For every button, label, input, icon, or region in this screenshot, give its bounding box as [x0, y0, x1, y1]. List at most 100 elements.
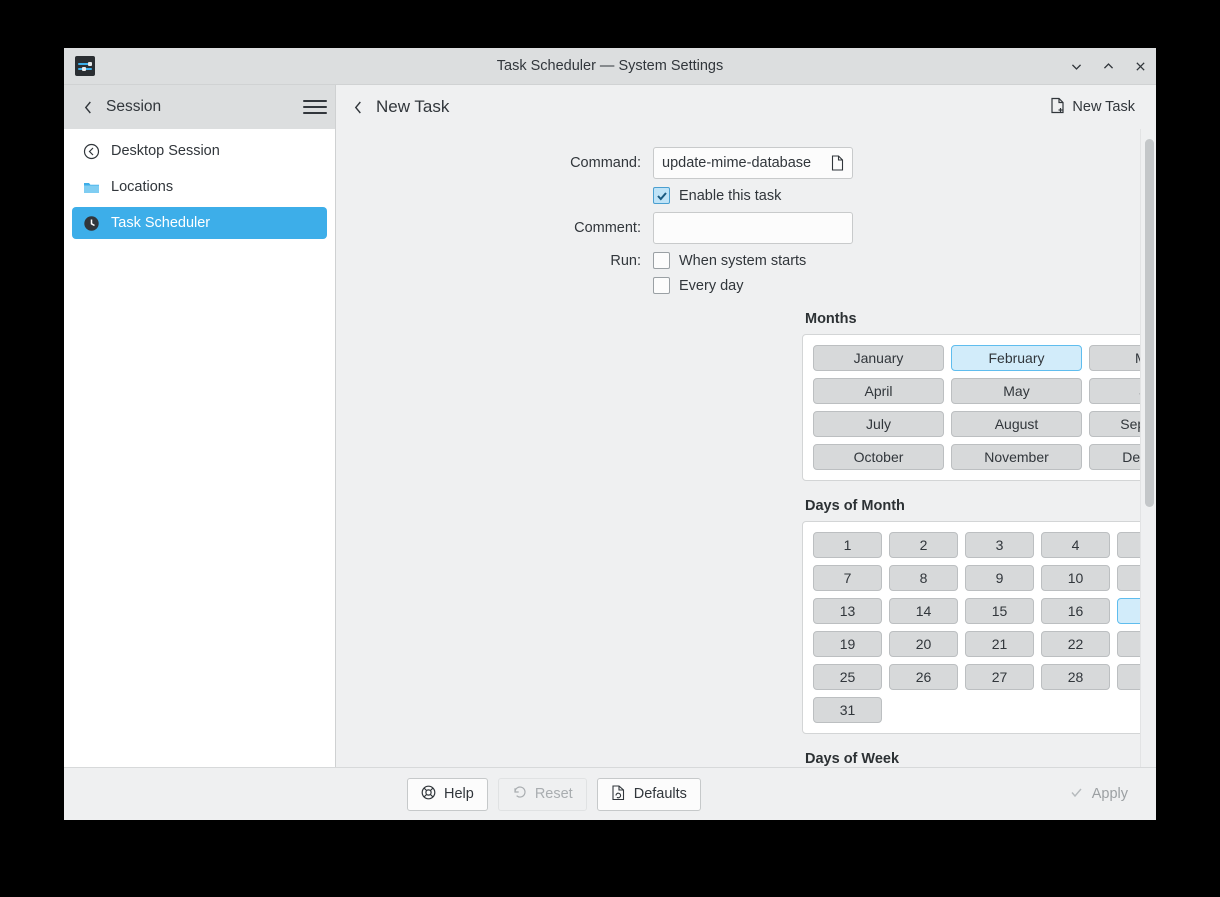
day-of-month-button-22[interactable]: 22 — [1041, 631, 1110, 657]
months-panel: January February March April May June July Augu… — [802, 334, 1140, 481]
day-of-month-button-4[interactable]: 4 — [1041, 532, 1110, 558]
run-row-1: Run: When system starts — [336, 252, 1140, 269]
month-button-september[interactable]: September — [1089, 411, 1140, 437]
day-of-month-button-1[interactable]: 1 — [813, 532, 882, 558]
apply-button[interactable]: Apply — [1055, 778, 1142, 811]
new-task-button[interactable]: New Task — [1043, 92, 1142, 123]
section-title: Days of Week — [805, 750, 900, 767]
day-of-month-button-26[interactable]: 26 — [889, 664, 958, 690]
day-of-month-button-15[interactable]: 15 — [965, 598, 1034, 624]
day-of-month-button-21[interactable]: 21 — [965, 631, 1034, 657]
sidebar-item-label: Locations — [111, 179, 174, 195]
help-icon — [421, 785, 436, 804]
run-label: Run: — [610, 252, 641, 269]
day-of-month-button-17[interactable]: 17 — [1117, 598, 1140, 624]
month-button-april[interactable]: April — [813, 378, 944, 404]
month-button-march[interactable]: March — [1089, 345, 1140, 371]
enable-task-checkbox[interactable]: Enable this task — [653, 187, 781, 204]
day-of-month-button-25[interactable]: 25 — [813, 664, 882, 690]
day-of-month-button-11[interactable]: 11 — [1117, 565, 1140, 591]
day-of-month-button-16[interactable]: 16 — [1041, 598, 1110, 624]
run-row-2: Every day — [336, 277, 1140, 294]
day-of-month-button-3[interactable]: 3 — [965, 532, 1034, 558]
day-of-month-button-14[interactable]: 14 — [889, 598, 958, 624]
window-body: Desktop Session Locations Task Scheduler… — [64, 129, 1156, 767]
scrollbar-thumb[interactable] — [1145, 139, 1154, 507]
day-of-month-button-29[interactable]: 29 — [1117, 664, 1140, 690]
month-button-february[interactable]: February — [951, 345, 1082, 371]
checkbox-box — [653, 187, 670, 204]
defaults-label: Defaults — [633, 786, 687, 802]
run-when-system-starts-checkbox[interactable]: When system starts — [653, 252, 806, 269]
day-of-month-button-8[interactable]: 8 — [889, 565, 958, 591]
vertical-scrollbar[interactable] — [1140, 129, 1156, 767]
section-header: Days of Week Select all — [805, 750, 1140, 767]
comment-row: Comment: — [336, 212, 1140, 244]
sidebar-back-label[interactable]: Session — [106, 98, 161, 116]
month-button-november[interactable]: November — [951, 444, 1082, 470]
day-of-month-button-10[interactable]: 10 — [1041, 565, 1110, 591]
day-of-month-button-31[interactable]: 31 — [813, 697, 882, 723]
command-row: Command: update-mime-database — [336, 147, 1140, 179]
month-button-december[interactable]: December — [1089, 444, 1140, 470]
sidebar-item-label: Task Scheduler — [111, 215, 211, 231]
day-of-month-button-20[interactable]: 20 — [889, 631, 958, 657]
sidebar-item-desktop-session[interactable]: Desktop Session — [72, 135, 327, 167]
task-form: Command: update-mime-database Enable thi… — [336, 129, 1140, 294]
month-button-july[interactable]: July — [813, 411, 944, 437]
day-of-month-button-9[interactable]: 9 — [965, 565, 1034, 591]
section-header: Days of Month Select all — [805, 497, 1140, 514]
day-of-month-button-19[interactable]: 19 — [813, 631, 882, 657]
task-scheduler-window: Task Scheduler — System Settings Session — [64, 48, 1156, 820]
month-button-october[interactable]: October — [813, 444, 944, 470]
enable-task-label: Enable this task — [679, 187, 782, 204]
clock-icon — [82, 214, 100, 232]
scroll-area: Command: update-mime-database Enable thi… — [336, 129, 1140, 767]
apply-label: Apply — [1091, 786, 1128, 802]
section-days-of-month: Days of Month Select all 123456789101112… — [802, 497, 1140, 734]
day-of-month-button-27[interactable]: 27 — [965, 664, 1034, 690]
file-browse-icon[interactable] — [831, 155, 844, 171]
day-of-month-button-7[interactable]: 7 — [813, 565, 882, 591]
bottom-toolbar: Help Reset Defaults Apply — [64, 767, 1156, 820]
sidebar-item-task-scheduler[interactable]: Task Scheduler — [72, 207, 327, 239]
comment-input[interactable] — [653, 212, 853, 244]
help-button[interactable]: Help — [407, 777, 488, 811]
month-button-june[interactable]: June — [1089, 378, 1140, 404]
month-button-august[interactable]: August — [951, 411, 1082, 437]
month-button-january[interactable]: January — [813, 345, 944, 371]
page-title: New Task — [376, 97, 450, 116]
comment-label: Comment: — [574, 220, 641, 236]
day-of-month-button-2[interactable]: 2 — [889, 532, 958, 558]
run-every-day-checkbox[interactable]: Every day — [653, 277, 743, 294]
command-input[interactable]: update-mime-database — [653, 147, 853, 179]
maximize-window-button[interactable] — [1092, 48, 1124, 85]
checkbox-box — [653, 252, 670, 269]
document-plus-icon — [1050, 97, 1065, 118]
section-title: Days of Month — [805, 497, 905, 514]
minimize-window-button[interactable] — [1060, 48, 1092, 85]
command-label: Command: — [570, 155, 641, 171]
close-window-button[interactable] — [1124, 48, 1156, 85]
day-of-month-button-23[interactable]: 23 — [1117, 631, 1140, 657]
help-label: Help — [444, 786, 474, 802]
sidebar: Desktop Session Locations Task Scheduler — [64, 129, 336, 767]
section-header: Months Select all — [805, 310, 1140, 327]
run-option-label: When system starts — [679, 252, 807, 269]
day-of-month-button-28[interactable]: 28 — [1041, 664, 1110, 690]
sidebar-item-locations[interactable]: Locations — [72, 171, 327, 203]
day-of-month-button-13[interactable]: 13 — [813, 598, 882, 624]
defaults-button[interactable]: Defaults — [596, 777, 701, 811]
reset-button[interactable]: Reset — [497, 777, 587, 811]
window-controls — [1060, 48, 1156, 84]
enable-row: Enable this task — [336, 187, 1140, 204]
hamburger-menu-icon[interactable] — [303, 95, 327, 119]
days-of-month-panel: 1234567891011121314151617181920212223242… — [802, 521, 1140, 734]
day-of-month-button-5[interactable]: 5 — [1117, 532, 1140, 558]
undo-icon — [512, 785, 527, 804]
month-button-may[interactable]: May — [951, 378, 1082, 404]
back-icon[interactable] — [78, 97, 98, 117]
header-bar: Session New Task New Task — [64, 85, 1156, 129]
section-days-of-week: Days of Week Select all MondayTuesdayWed… — [802, 750, 1140, 767]
page-back-icon[interactable] — [348, 97, 368, 117]
